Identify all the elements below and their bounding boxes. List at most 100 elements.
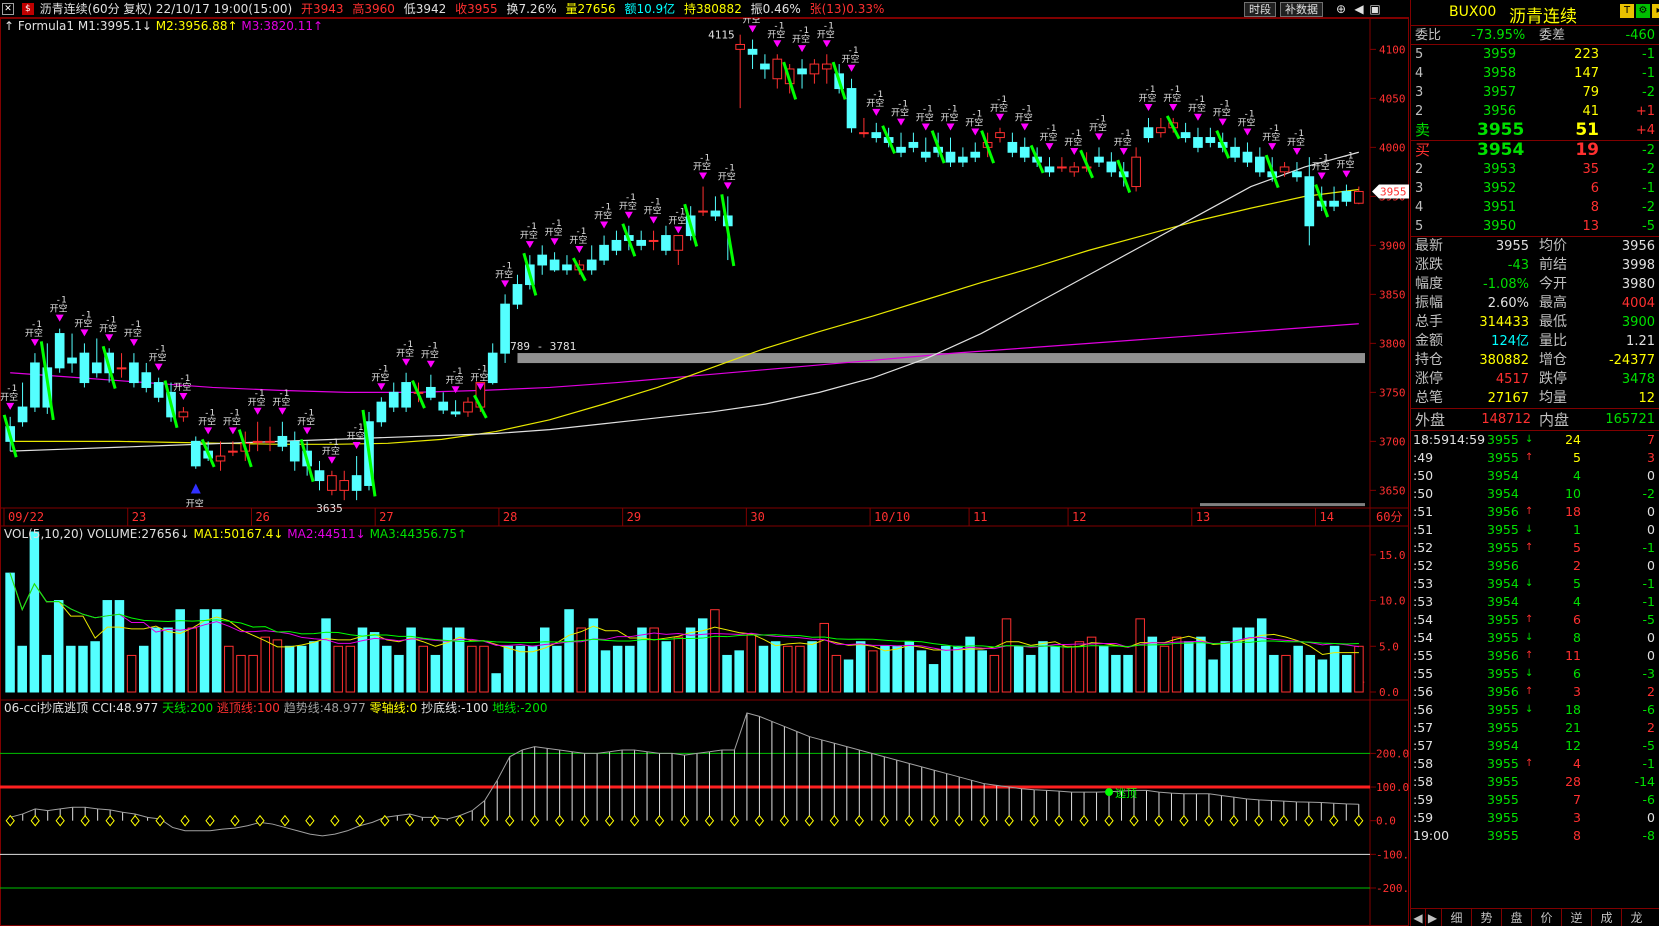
minus-one-label: -1 [452,367,463,377]
panel-tab[interactable]: 逆 [1561,909,1591,926]
volume-bar [1317,659,1328,693]
candle-body [1143,127,1154,139]
volume-bar [1074,641,1085,693]
volume-bar [552,645,562,693]
ask-row[interactable]: 卖 3955 51 +4 [1411,121,1659,140]
volume-bar [321,618,331,693]
zero-diamond [130,814,140,827]
volume-bar [685,627,696,693]
tick-time: :54 [1413,612,1434,627]
quote-panel-header: BUX00 沥青连续 T ⚙ ▸ [1411,0,1659,27]
chart-canvas[interactable]: 4100405040003950390038503800375037003650… [0,7,1433,926]
ask-row[interactable]: 3 3957 79 -2 [1411,83,1659,102]
sell-marker [624,211,633,219]
sell-marker [228,427,237,435]
up-arrow-icon: ↑ [457,527,468,541]
sell-marker [30,339,39,347]
expand-icon[interactable]: ▸ [1652,4,1659,18]
candle-body [1255,156,1265,173]
panel-tab[interactable]: 细 [1441,909,1471,926]
volume-bar [977,650,987,693]
tick-volume: 28 [1565,774,1581,789]
scroll-right-icon[interactable]: ▶ [1425,909,1439,926]
panel-tab[interactable]: 龙 [1621,909,1651,926]
tick-oi-change: -14 [1634,774,1655,789]
bid-change: -2 [1642,143,1655,158]
target-icon[interactable]: ⊕ [1334,2,1348,16]
volume-bar [442,627,453,693]
period-label: 60分 [1376,510,1402,524]
tick-list[interactable]: 18:59 14:59 3955 ↓ 24 7:49 3955 ↑ 5 3:50 3954 4 0:50… [1411,431,1659,845]
zero-diamond [255,814,265,827]
volume-bar [1111,654,1121,693]
close-chart-icon[interactable]: ✕ [2,3,14,15]
tick-time: :56 [1413,702,1434,717]
lock-icon[interactable]: ▣ [1368,2,1382,16]
cci-tick-label: 0.0 [1376,815,1396,828]
price-tick-label: 4050 [1379,92,1406,105]
panel-tab[interactable]: 价 [1531,909,1561,926]
candle-body [1057,166,1067,169]
minus-one-label: -1 [1318,154,1329,164]
scroll-left-icon[interactable]: ◀ [1411,909,1425,926]
candle-body [129,362,139,384]
zero-diamond [280,814,290,827]
tick-oi-change: -1 [1642,540,1655,555]
period-button[interactable]: 时段 [1244,2,1276,17]
ask-volume: 79 [1582,85,1599,100]
bid-volume: 19 [1575,140,1599,160]
volume-bar [236,654,246,693]
minus-one-label: -1 [1045,124,1056,134]
volume-bar [855,641,866,693]
fill-data-button[interactable]: 补数据 [1280,2,1323,17]
tick-price: 3956 [1487,648,1519,663]
tick-row: :52 3955 ↑ 5 -1 [1411,539,1659,557]
tick-arrow: ↑ [1525,686,1534,697]
bid-row[interactable]: 2 3953 35 -2 [1411,160,1659,179]
time-tick-label: 13 [1196,510,1210,524]
back-icon[interactable]: ◀ [1352,2,1366,16]
tick-price: 3956 [1487,684,1519,699]
sell-marker [1292,148,1301,156]
sell-marker [1317,172,1326,180]
settings-icon[interactable]: ⚙ [1636,4,1650,18]
ask-row[interactable]: 4 3958 147 -1 [1411,64,1659,83]
zero-diamond [579,814,590,827]
bid-row[interactable]: 5 3950 13 -5 [1411,217,1659,236]
tick-time: :53 [1413,594,1434,609]
stat-value: -43 [1507,258,1529,273]
ask-row[interactable]: 5 3959 223 -1 [1411,45,1659,64]
sell-marker [996,113,1005,121]
stat-value: 3980 [1621,277,1655,292]
panel-tab[interactable]: 势 [1471,909,1501,926]
minus-one-label: -1 [303,408,314,418]
ask-row[interactable]: 2 3956 41 +1 [1411,102,1659,121]
candle-body [450,411,461,415]
ask-change: -2 [1642,85,1655,100]
chart-area[interactable]: 4100405040003950390038503800375037003650… [0,7,1433,926]
volume-bar [807,641,817,693]
bid-row[interactable]: 买 3954 19 -2 [1411,141,1659,160]
volume-bar [1342,654,1352,693]
sell-marker [550,238,559,246]
minus-one-label: -1 [823,21,834,31]
stat-label: 均价 [1539,238,1567,254]
down-arrow-icon: ↓ [355,527,366,541]
support-band-label: 3789 - 3781 [503,340,576,353]
panel-tab[interactable]: 盘 [1501,909,1531,926]
volume-bar [649,627,659,693]
bid-row[interactable]: 4 3951 8 -2 [1411,198,1659,217]
volume-bar [661,641,672,693]
bid-row[interactable]: 3 3952 6 -1 [1411,179,1659,198]
switch-icon[interactable]: $ [21,3,34,15]
ma2-value: MA2:44511 [287,527,356,541]
volume-bar [260,636,271,693]
text-icon[interactable]: T [1620,4,1634,18]
tick-price: 3955 [1487,720,1519,735]
panel-tab[interactable]: 成 [1591,909,1621,926]
volume-value: VOLUME:27656 [87,527,180,541]
open-interest: 持380882 [684,2,742,16]
volume-bar [78,645,88,693]
volume-bar [503,645,514,693]
m1-line [10,151,1359,452]
